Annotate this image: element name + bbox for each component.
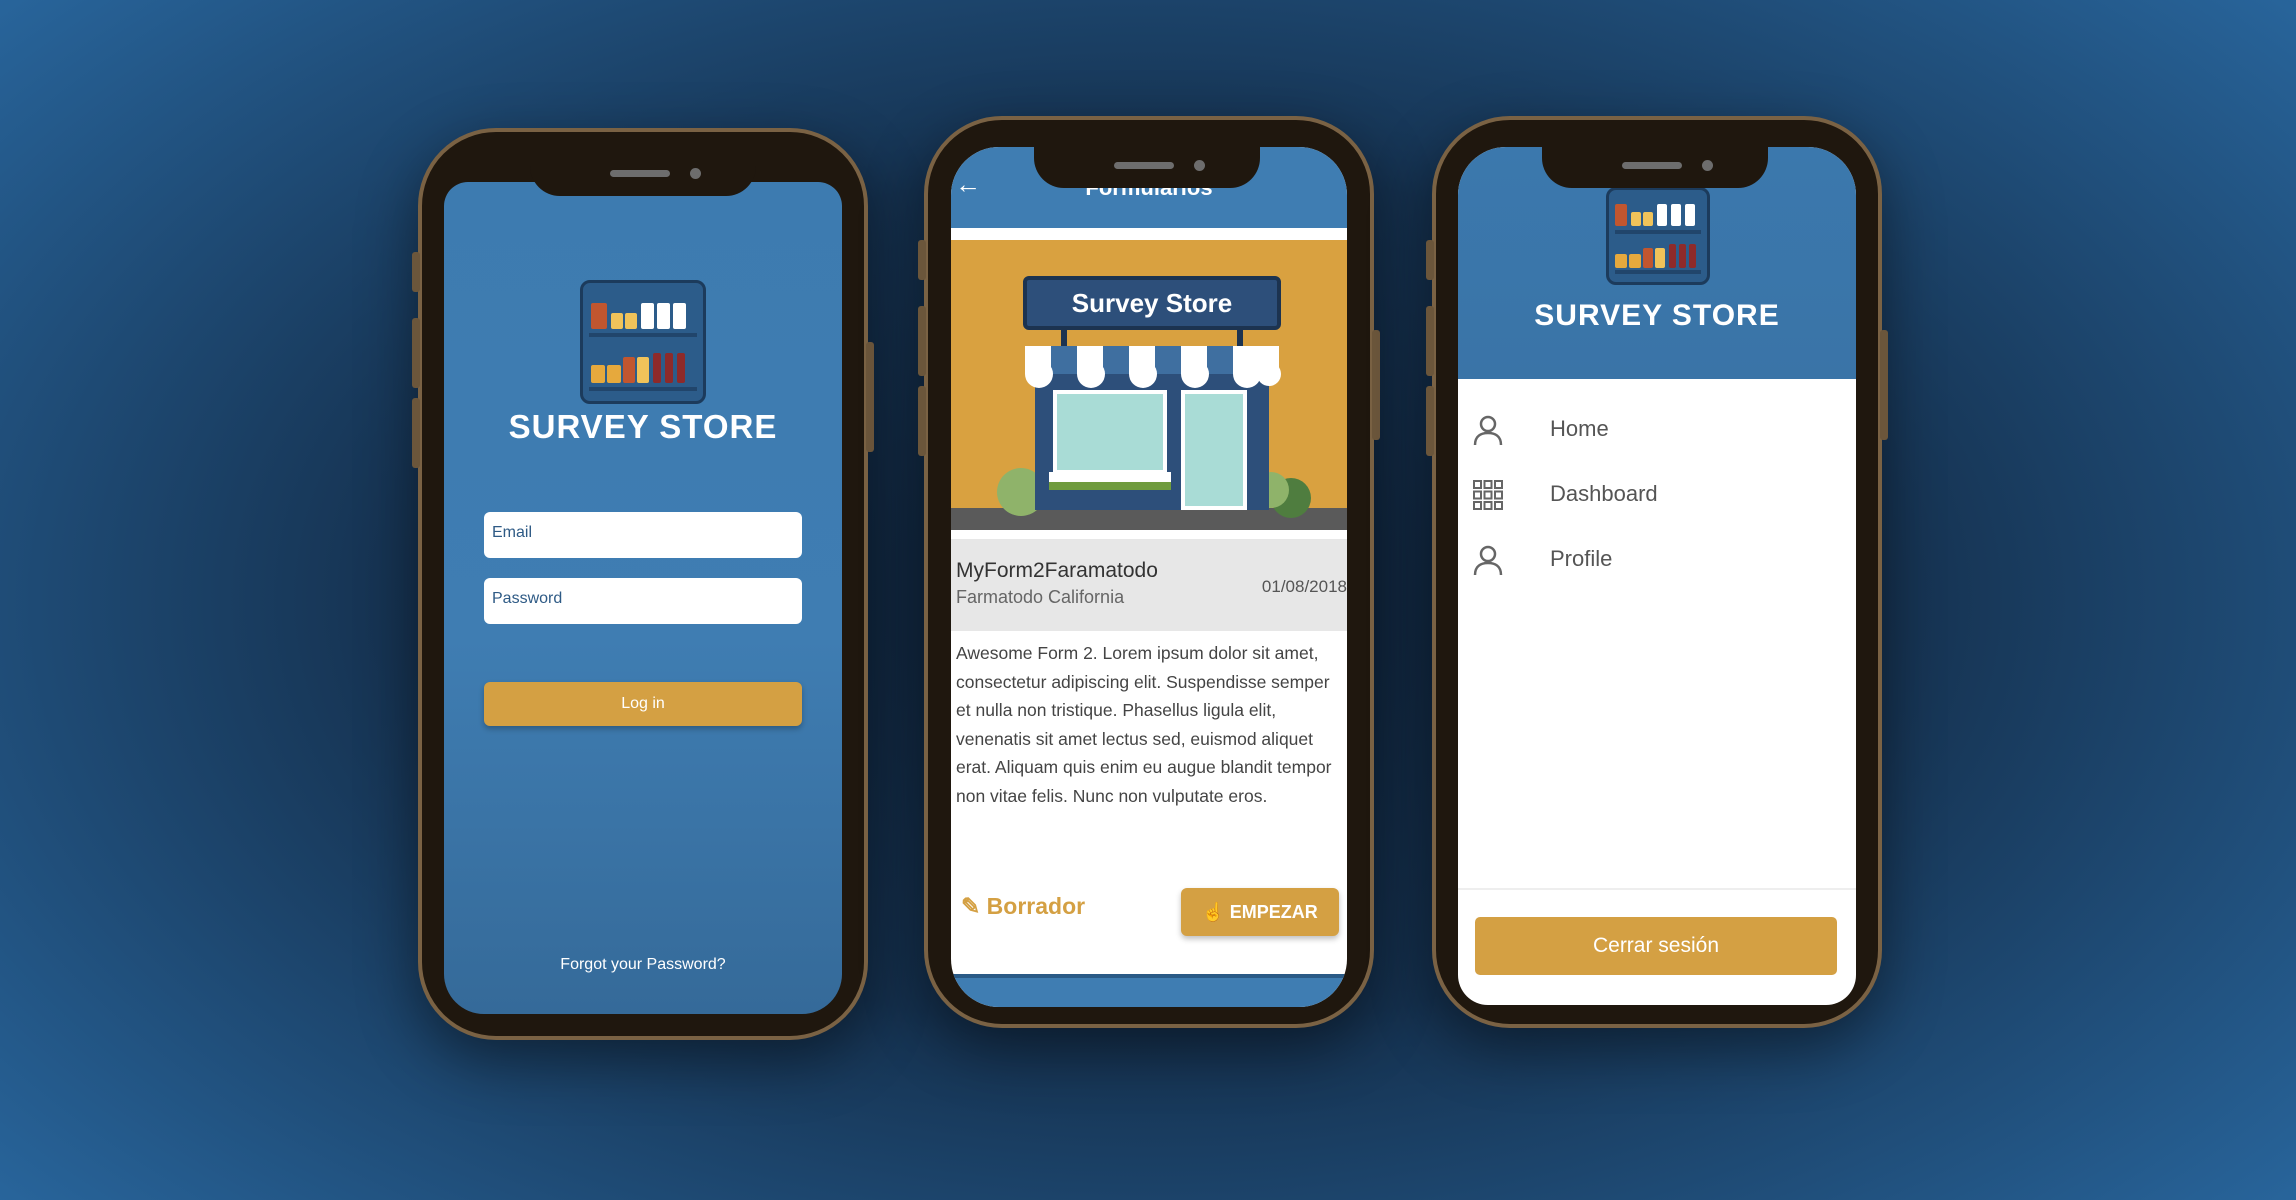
login-button[interactable]: Log in	[484, 682, 802, 726]
phone-notch	[530, 152, 756, 196]
menu-item-dashboard[interactable]: Dashboard	[1458, 469, 1856, 519]
phone-notch	[1542, 144, 1768, 188]
next-form-card[interactable]	[951, 974, 1347, 1007]
volume-down-button	[412, 398, 420, 468]
volume-up-button	[1426, 306, 1434, 376]
draft-label: Borrador	[986, 893, 1086, 919]
phone-forms: ← Formularios	[918, 116, 1380, 1028]
logo-text: SURVEY STORE	[1534, 299, 1780, 332]
power-button	[1880, 330, 1888, 440]
volume-up-button	[412, 318, 420, 388]
forgot-password-link[interactable]: Forgot your Password?	[444, 956, 842, 974]
pencil-icon: ✎	[961, 893, 981, 919]
volume-down-button	[1426, 386, 1434, 456]
menu-item-home[interactable]: Home	[1458, 404, 1856, 454]
menu-item-profile[interactable]: Profile	[1458, 534, 1856, 584]
email-field[interactable]: Email	[484, 512, 802, 558]
login-screen: SURVEY STORE Email Password Log in Forgo…	[444, 182, 842, 1014]
phone-drawer: SURVEY STORE Home Dashboard Profile Cerr…	[1426, 116, 1888, 1028]
volume-down-button	[918, 386, 926, 456]
power-button	[1372, 330, 1380, 440]
divider	[1458, 888, 1856, 890]
volume-up-button	[918, 306, 926, 376]
form-name: MyForm2Faramatodo	[956, 559, 1158, 582]
form-description: Awesome Form 2. Lorem ipsum dolor sit am…	[956, 643, 1332, 806]
person-icon	[1473, 415, 1503, 446]
start-button[interactable]: ☝ EMPEZAR	[1181, 888, 1339, 936]
power-button	[866, 342, 874, 452]
start-label: EMPEZAR	[1229, 902, 1318, 922]
form-card-header: MyForm2Faramatodo Farmatodo California 0…	[951, 539, 1347, 631]
shelf-logo-icon	[1606, 187, 1710, 285]
form-date: 01/08/2018	[1261, 577, 1347, 596]
logout-button[interactable]: Cerrar sesión	[1475, 917, 1837, 975]
phone-login: SURVEY STORE Email Password Log in Forgo…	[412, 128, 874, 1040]
grid-icon	[1473, 480, 1503, 510]
menu-label-home: Home	[1550, 416, 1609, 441]
mute-switch	[918, 240, 926, 280]
mute-switch	[412, 252, 420, 292]
person-icon	[1473, 545, 1503, 576]
password-field[interactable]: Password	[484, 578, 802, 624]
menu-label-profile: Profile	[1550, 546, 1613, 571]
shelf-logo-icon	[580, 280, 706, 404]
hand-pointer-icon: ☝	[1202, 902, 1225, 922]
store-name: Farmatodo California	[956, 587, 1125, 607]
draft-button[interactable]: ✎ Borrador	[961, 893, 1085, 920]
hero-sign-text: Survey Store	[1072, 288, 1232, 318]
store-illustration: Survey Store	[951, 240, 1347, 530]
forms-screen: ← Formularios	[951, 147, 1347, 1007]
drawer-screen: SURVEY STORE Home Dashboard Profile Cerr…	[1458, 147, 1856, 1005]
mute-switch	[1426, 240, 1434, 280]
phone-notch	[1034, 144, 1260, 188]
storefront-image: Survey Store	[951, 240, 1347, 530]
logo-text: SURVEY STORE	[508, 408, 778, 445]
menu-label-dashboard: Dashboard	[1550, 481, 1658, 506]
